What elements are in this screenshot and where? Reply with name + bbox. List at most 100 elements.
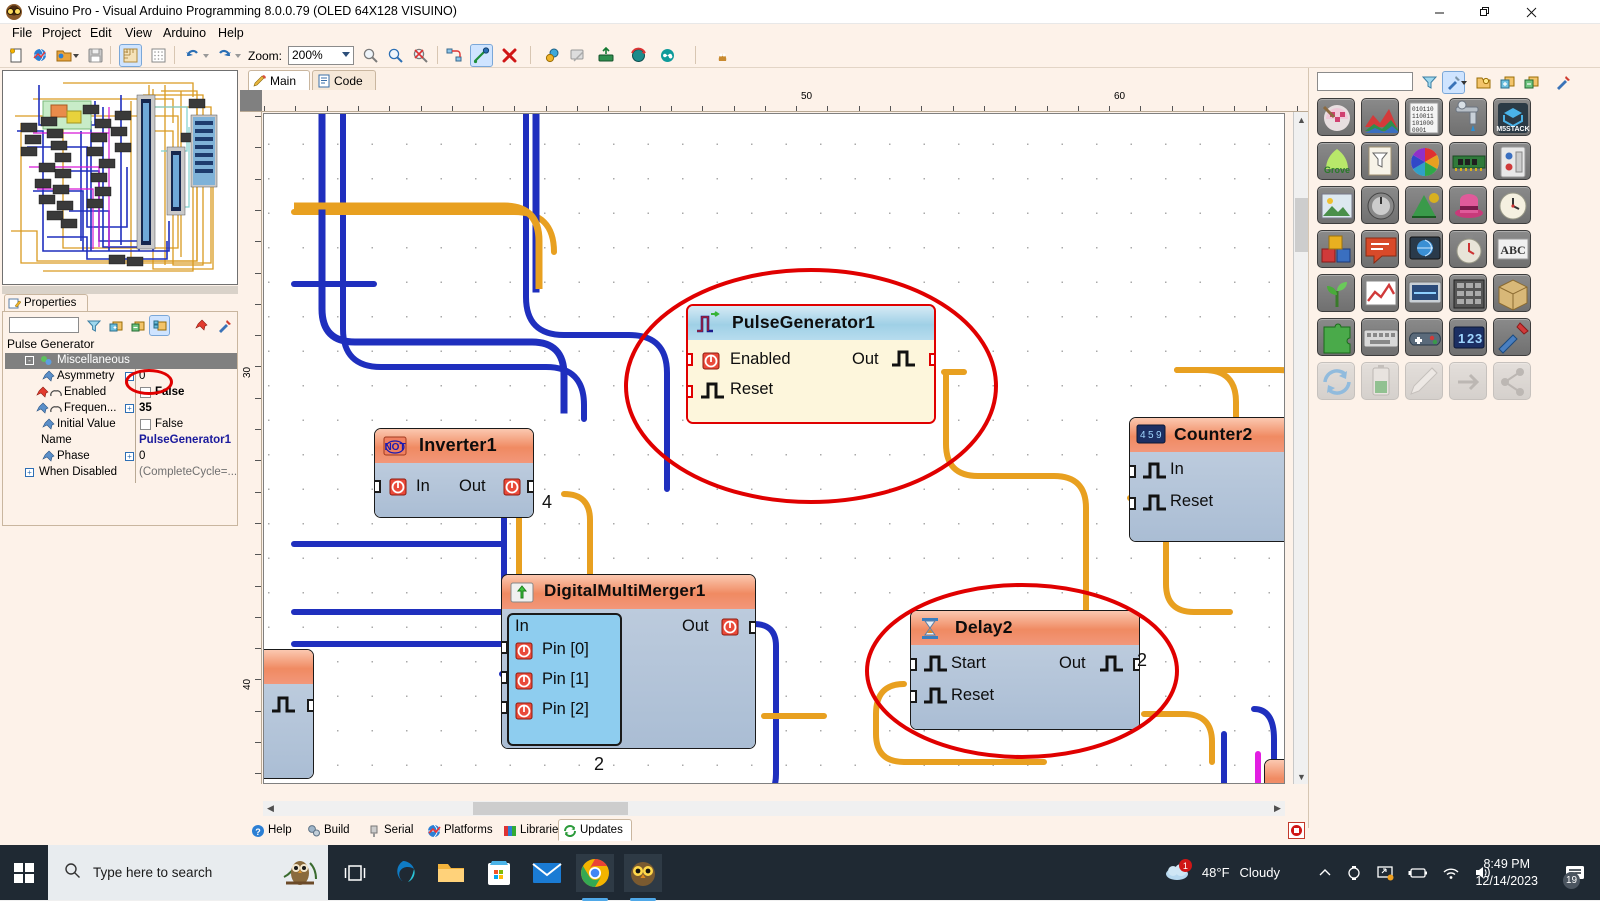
property-search-input[interactable] [9, 317, 79, 333]
property-value[interactable]: 35 [139, 402, 152, 414]
redo-dropdown-arrow-icon[interactable] [235, 54, 241, 58]
filter-document-icon[interactable] [1361, 142, 1399, 180]
schematic-overview-thumbnail[interactable] [2, 70, 238, 285]
expand-all-icon[interactable] [106, 316, 125, 335]
owl-widget-icon[interactable] [280, 853, 320, 893]
menu-item-help[interactable]: Help [212, 25, 250, 41]
knob-icon[interactable] [1361, 186, 1399, 224]
input-port-pin0[interactable] [502, 641, 508, 654]
file-explorer-icon[interactable] [432, 854, 470, 892]
visuino-taskbar-icon[interactable] [624, 854, 662, 901]
connect-mode-icon[interactable] [470, 44, 493, 67]
expand-property-icon[interactable]: + [125, 452, 134, 461]
show-hidden-icons-chevron[interactable] [1318, 845, 1332, 900]
input-port-reset[interactable] [911, 690, 917, 703]
color-wheel-icon[interactable] [1405, 142, 1443, 180]
tools-icon[interactable] [1493, 318, 1531, 356]
horizontal-scroll-thumb[interactable] [473, 802, 628, 815]
input-port-reset[interactable] [1130, 497, 1136, 510]
close-button[interactable] [1508, 0, 1554, 24]
zoom-reset-icon[interactable] [410, 45, 431, 66]
share-icon[interactable] [1493, 362, 1531, 400]
task-view-icon[interactable] [336, 854, 374, 892]
block-right-partial[interactable]: 12 [1264, 759, 1284, 783]
refresh-icon[interactable] [1317, 362, 1355, 400]
webcam-icon[interactable] [1346, 845, 1362, 900]
property-value[interactable]: 0 [139, 450, 145, 462]
save-icon[interactable] [85, 45, 106, 66]
group-by-category-icon[interactable] [149, 315, 170, 336]
output-port[interactable] [307, 699, 313, 712]
undo-dropdown-arrow-icon[interactable] [203, 54, 209, 58]
property-row-name[interactable]: Name PulseGenerator1 [5, 433, 237, 449]
menu-item-view[interactable]: View [119, 25, 158, 41]
tab-code[interactable]: Code [312, 70, 376, 90]
menu-item-arduino[interactable]: Arduino [157, 25, 212, 41]
mail-icon[interactable] [528, 854, 566, 892]
menu-item-edit[interactable]: Edit [84, 25, 118, 41]
vertical-scroll-thumb[interactable] [1295, 198, 1308, 252]
scroll-up-button[interactable]: ▲ [1294, 112, 1309, 127]
zoom-in-icon[interactable] [385, 45, 406, 66]
redo-icon[interactable] [214, 45, 235, 66]
globe-icon[interactable] [1405, 230, 1443, 268]
open-recent-dropdown-arrow-icon[interactable] [73, 54, 79, 58]
transform-icon[interactable] [1405, 186, 1443, 224]
dropdown-arrow-icon[interactable] [1461, 81, 1467, 85]
wifi-icon[interactable] [1442, 845, 1460, 900]
schematic-canvas[interactable]: t 2 [263, 113, 1285, 784]
canvas-horizontal-scrollbar[interactable]: ◀ ▶ [263, 801, 1285, 816]
owl-help-icon[interactable] [712, 45, 733, 66]
input-port-pin1[interactable] [502, 671, 508, 684]
arrow-icon[interactable] [1449, 362, 1487, 400]
new-folder-icon[interactable] [1473, 72, 1494, 93]
screenshot-icon[interactable] [568, 45, 589, 66]
notification-center-button[interactable]: 19 [1563, 845, 1586, 900]
property-value[interactable]: PulseGenerator1 [139, 434, 231, 446]
grid-toggle-icon[interactable] [148, 45, 169, 66]
building-blocks-icon[interactable] [1317, 230, 1355, 268]
upload-icon[interactable] [596, 45, 617, 66]
edge-browser-icon[interactable] [384, 854, 422, 892]
tab-main[interactable]: Main [248, 70, 310, 90]
compile-icon[interactable] [628, 45, 649, 66]
switch-panel-icon[interactable] [1493, 142, 1531, 180]
package-icon[interactable] [1493, 274, 1531, 312]
palette-search-input[interactable] [1317, 72, 1413, 91]
clock-timer-icon[interactable] [1449, 230, 1487, 268]
microsoft-store-icon[interactable] [480, 854, 518, 892]
tab-properties[interactable]: Properties [4, 294, 88, 312]
memory-module-icon[interactable] [1449, 142, 1487, 180]
expand-property-icon[interactable]: + [125, 404, 134, 413]
output-port[interactable] [749, 621, 755, 634]
open-project-icon[interactable] [30, 45, 51, 66]
input-port-pin2[interactable] [502, 701, 508, 714]
faucet-icon[interactable] [1449, 98, 1487, 136]
hat-icon[interactable] [1449, 186, 1487, 224]
graph-icon[interactable] [1361, 274, 1399, 312]
display-icon[interactable] [1405, 274, 1443, 312]
undo-icon[interactable] [182, 45, 203, 66]
arduino-ide-icon[interactable] [657, 45, 678, 66]
scroll-right-button[interactable]: ▶ [1270, 801, 1285, 816]
panel-splitter[interactable] [2, 286, 238, 294]
tab-platforms[interactable]: Platforms [422, 819, 496, 841]
property-checkbox[interactable] [140, 419, 151, 430]
pencil-icon[interactable] [1405, 362, 1443, 400]
filter-components-icon[interactable] [1419, 72, 1440, 93]
input-port-in[interactable] [1130, 465, 1136, 478]
new-project-icon[interactable] [6, 45, 27, 66]
image-icon[interactable] [1317, 186, 1355, 224]
block-left-partial-upper[interactable]: t [264, 649, 314, 779]
property-row-enabled[interactable]: Enabled False [5, 385, 237, 401]
property-tools-icon[interactable] [215, 316, 234, 335]
tab-build[interactable]: Build [302, 819, 360, 841]
puzzle-icon[interactable] [1317, 318, 1355, 356]
property-row-initial-value[interactable]: Initial Value False [5, 417, 237, 433]
battery-icon[interactable] [1361, 362, 1399, 400]
clock-icon[interactable] [1493, 186, 1531, 224]
gamepad-icon[interactable] [1405, 318, 1443, 356]
chrome-icon[interactable] [576, 854, 614, 901]
scroll-down-button[interactable]: ▼ [1294, 769, 1309, 784]
m5stack-icon[interactable]: M5STACK [1493, 98, 1531, 136]
